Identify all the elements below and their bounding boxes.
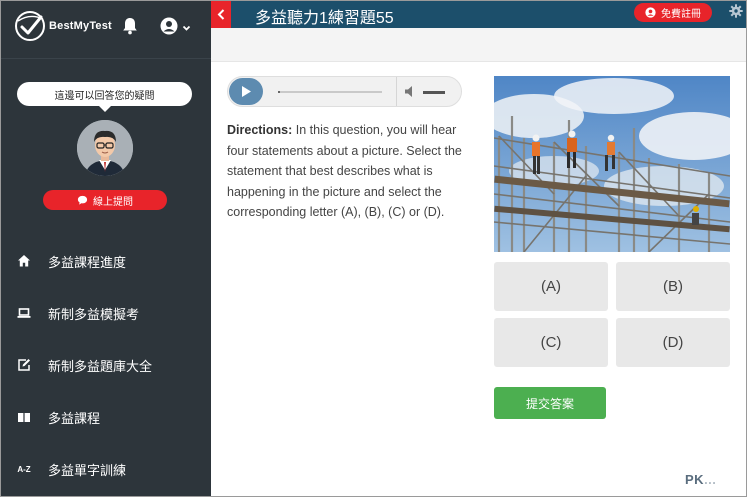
back-button[interactable] xyxy=(211,1,231,28)
watermark-text: PK xyxy=(685,472,705,487)
audio-player xyxy=(227,76,462,107)
sidebar-item-label: 多益單字訓練 xyxy=(48,462,127,478)
play-icon xyxy=(242,86,251,97)
free-signup-button[interactable]: 免費註冊 xyxy=(634,3,712,22)
avatar xyxy=(77,120,133,176)
sidebar-item-mock-exam[interactable]: 新制多益模擬考 xyxy=(1,287,211,339)
directions-text: Directions: In this question, you will h… xyxy=(227,120,467,223)
sidebar-nav: 多益課程進度 新制多益模擬考 新制多益題庫大全 多益課程 A-Z 多益單字訓練 xyxy=(1,235,211,495)
online-question-button[interactable]: 線上提問 xyxy=(43,190,167,210)
sidebar-item-vocabulary[interactable]: A-Z 多益單字訓練 xyxy=(1,443,211,495)
user-circle-icon xyxy=(645,7,656,18)
sidebar-item-label: 多益課程進度 xyxy=(48,254,127,270)
sidebar-item-label: 新制多益模擬考 xyxy=(48,306,140,322)
watermark-suffix: ... xyxy=(704,472,717,487)
choice-b-button[interactable]: (B) xyxy=(616,262,730,311)
topbar: 多益聽力1練習題55 免費註冊 xyxy=(211,1,746,28)
volume-slider-fill xyxy=(423,91,445,94)
sidebar-item-label: 多益課程 xyxy=(48,410,101,426)
choice-c-button[interactable]: (C) xyxy=(494,318,608,367)
laptop-icon xyxy=(15,304,33,322)
chevron-down-icon xyxy=(182,25,191,31)
az-icon: A-Z xyxy=(17,464,31,474)
directions-body: In this question, you will hear four sta… xyxy=(227,123,462,219)
avatar-illustration xyxy=(77,120,133,176)
audio-divider xyxy=(396,77,397,106)
sidebar-divider xyxy=(1,58,211,59)
volume-slider[interactable] xyxy=(423,91,445,94)
audio-progress-bar[interactable] xyxy=(278,91,382,93)
app-frame: BestMyTest 這邊可以回答您的疑問 線上提問 多益課程進度 新制多益模擬… xyxy=(0,0,747,497)
scaffolding-workers-image xyxy=(494,76,730,252)
sidebar-item-courses[interactable]: 多益課程 xyxy=(1,391,211,443)
brand-name: BestMyTest xyxy=(49,20,112,32)
volume-icon[interactable] xyxy=(404,85,417,98)
question-photo xyxy=(494,76,730,252)
sidebar: BestMyTest 這邊可以回答您的疑問 線上提問 多益課程進度 新制多益模擬… xyxy=(1,1,211,496)
chevron-left-icon xyxy=(217,9,224,20)
page-title: 多益聽力1練習題55 xyxy=(255,10,394,27)
online-question-label: 線上提問 xyxy=(93,196,133,208)
bell-icon[interactable] xyxy=(122,17,138,35)
free-signup-label: 免費註冊 xyxy=(661,9,701,20)
choice-a-button[interactable]: (A) xyxy=(494,262,608,311)
audio-progress-fill xyxy=(278,91,281,93)
choice-d-button[interactable]: (D) xyxy=(616,318,730,367)
brand-logo-icon xyxy=(15,11,45,41)
sidebar-item-course-progress[interactable]: 多益課程進度 xyxy=(1,235,211,287)
chat-bubble-icon xyxy=(77,195,88,205)
edit-icon xyxy=(15,356,33,374)
gear-icon[interactable] xyxy=(729,4,743,18)
book-icon xyxy=(15,408,33,426)
submit-answer-button[interactable]: 提交答案 xyxy=(494,387,606,419)
sub-toolbar xyxy=(211,28,746,62)
directions-label: Directions: xyxy=(227,123,293,137)
help-tip-bubble: 這邊可以回答您的疑問 xyxy=(17,82,192,112)
sidebar-item-label: 新制多益題庫大全 xyxy=(48,358,153,374)
watermark: PK... xyxy=(685,472,716,487)
brand[interactable]: BestMyTest xyxy=(13,9,113,43)
sidebar-item-question-bank[interactable]: 新制多益題庫大全 xyxy=(1,339,211,391)
account-menu[interactable] xyxy=(160,15,194,37)
play-button[interactable] xyxy=(229,78,263,105)
user-circle-icon xyxy=(160,17,178,35)
home-icon xyxy=(15,252,33,270)
